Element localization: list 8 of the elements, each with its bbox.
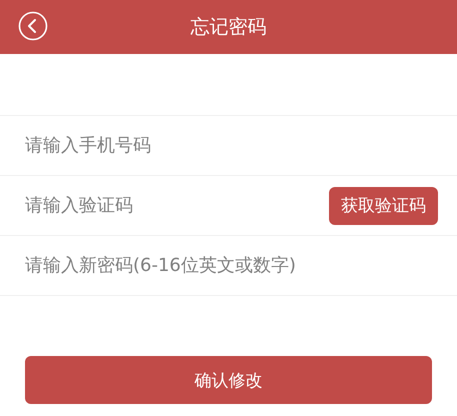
input-field[interactable]: 请输入新密码(6-16位英文或数字)	[25, 255, 438, 276]
input-field[interactable]: 请输入验证码	[25, 195, 329, 216]
back-button[interactable]	[18, 11, 48, 41]
confirm-button[interactable]: 确认修改	[25, 356, 432, 404]
page-title: 忘记密码	[190, 15, 266, 40]
input-field[interactable]: 请输入手机号码	[25, 135, 438, 156]
back-icon	[18, 11, 48, 41]
get-code-button[interactable]: 获取验证码	[329, 186, 438, 224]
